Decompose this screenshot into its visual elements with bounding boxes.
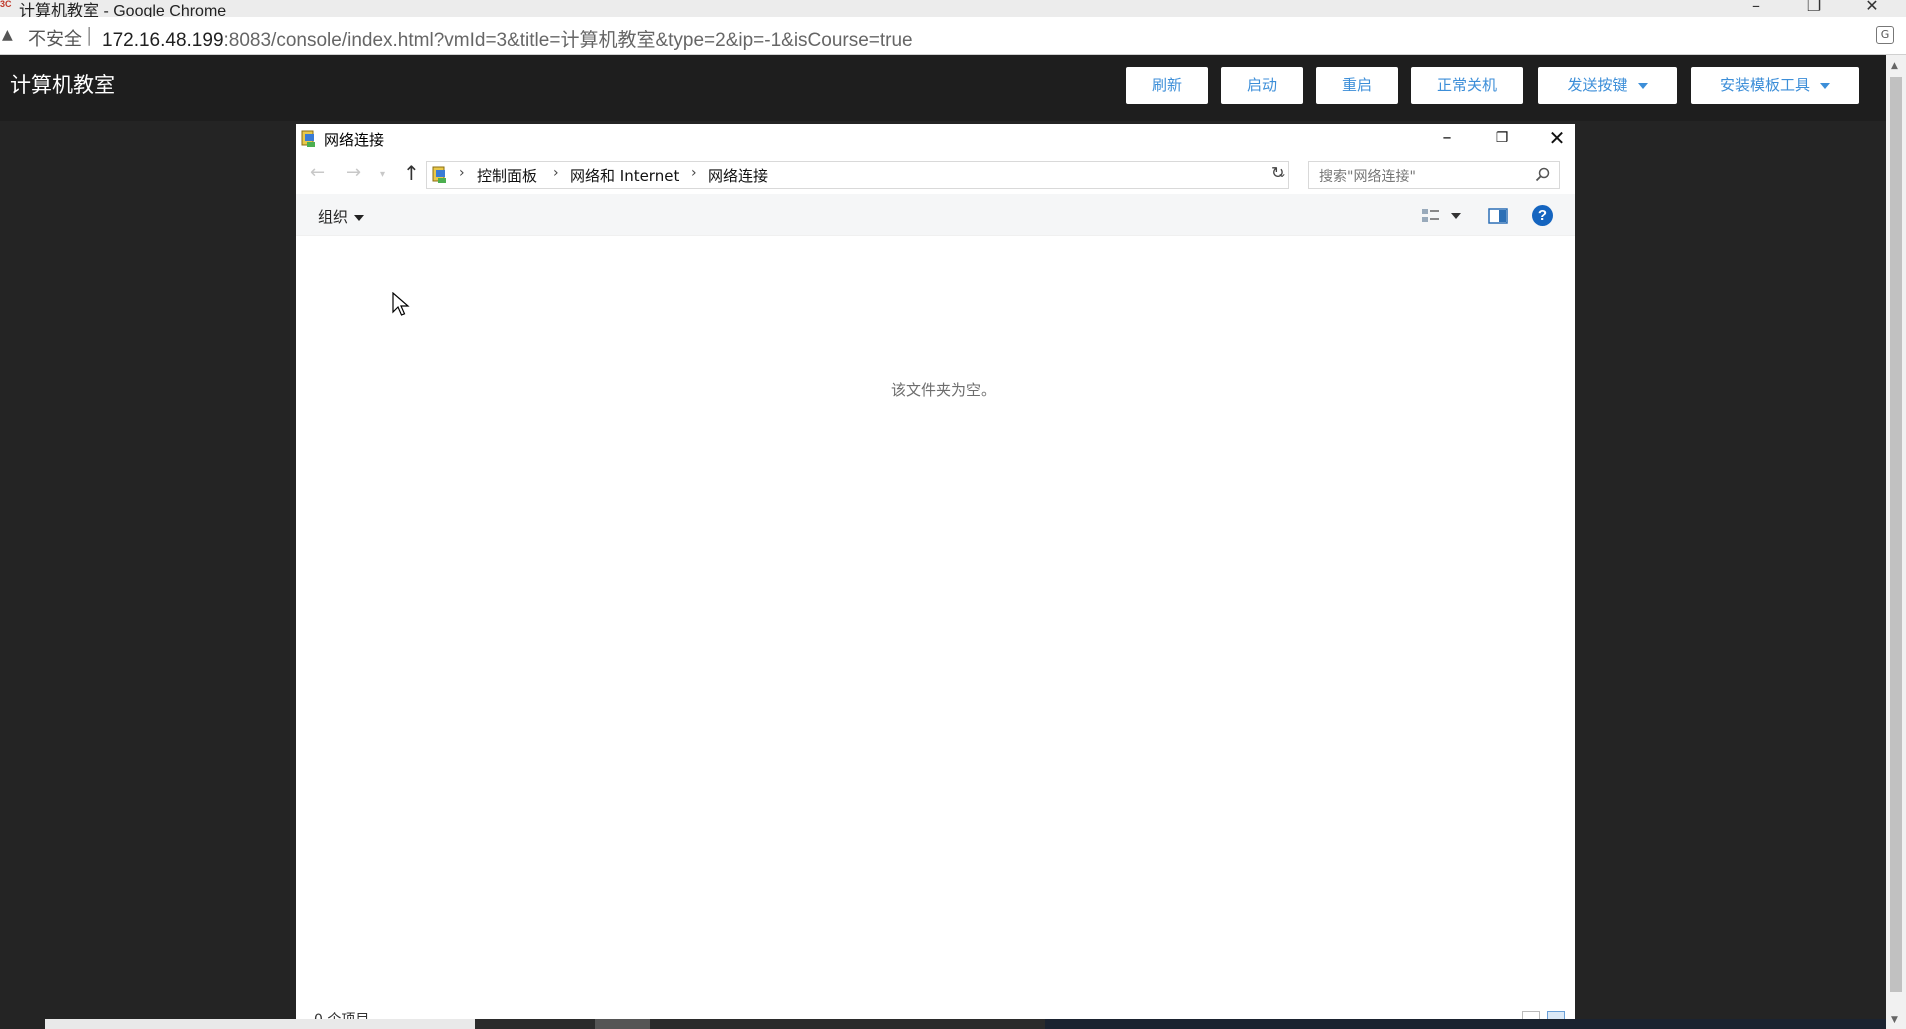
install-tools-label: 安装模板工具: [1719, 76, 1810, 94]
warning-icon[interactable]: ▲: [2, 27, 13, 43]
explorer-close-button[interactable]: ✕: [1534, 124, 1575, 154]
forward-arrow-icon[interactable]: →: [346, 162, 361, 183]
breadcrumb-network-internet[interactable]: 网络和 Internet: [570, 165, 679, 186]
network-connections-icon: [301, 130, 315, 147]
insecure-label[interactable]: 不安全: [28, 25, 82, 51]
organize-label: 组织: [318, 208, 349, 226]
chevron-right-icon[interactable]: ›: [459, 165, 465, 181]
explorer-navbar: ← → ▾ ↑ › 控制面板 › 网络和 Internet › 网络连接 ⌄ ↻…: [296, 157, 1575, 191]
explorer-minimize-button[interactable]: –: [1424, 124, 1470, 154]
chevron-down-icon: [1637, 82, 1648, 89]
command-bar: 组织 ?: [296, 194, 1575, 236]
search-placeholder: 搜索"网络连接": [1319, 169, 1416, 185]
file-list-area[interactable]: 该文件夹为空。: [296, 237, 1575, 1007]
url-field[interactable]: 172.16.48.199:8083/console/index.html?vm…: [102, 25, 913, 52]
breadcrumb-network-connections[interactable]: 网络连接: [708, 165, 768, 186]
page-scrollbar[interactable]: ▲ ▼: [1886, 55, 1906, 1029]
send-keys-label: 发送按键: [1567, 76, 1628, 94]
divider: |: [86, 24, 93, 46]
help-icon[interactable]: ?: [1532, 205, 1553, 226]
taskbar: [45, 1019, 1886, 1029]
view-dropdown-icon[interactable]: [1451, 213, 1461, 219]
chevron-down-icon: [1820, 82, 1830, 89]
chevron-right-icon[interactable]: ›: [553, 165, 559, 181]
console-title: 计算机教室: [10, 73, 115, 97]
translate-icon[interactable]: G: [1876, 26, 1894, 44]
recent-dropdown-icon[interactable]: ▾: [380, 169, 385, 180]
scroll-down-icon[interactable]: ▼: [1891, 1015, 1898, 1025]
view-options-icon[interactable]: [1421, 207, 1441, 225]
minimize-button[interactable]: –: [1736, 0, 1776, 16]
start-button[interactable]: 启动: [1221, 67, 1303, 104]
preview-pane-icon[interactable]: [1488, 208, 1508, 224]
up-arrow-icon[interactable]: ↑: [403, 161, 420, 185]
organize-menu[interactable]: 组织: [318, 206, 365, 227]
scroll-up-icon[interactable]: ▲: [1891, 61, 1898, 71]
taskbar-segment: [1045, 1019, 1886, 1029]
explorer-titlebar[interactable]: 网络连接 – ❐ ✕: [296, 124, 1575, 154]
browser-titlebar: 3C 计算机教室 - Google Chrome – ❐ ✕: [0, 0, 1906, 20]
console-header: 计算机教室 刷新 启动 重启 正常关机 发送按键 安装模板工具: [0, 55, 1886, 121]
back-arrow-icon[interactable]: ←: [310, 162, 325, 183]
maximize-button[interactable]: ❐: [1794, 0, 1834, 16]
empty-folder-message: 该文件夹为空。: [890, 381, 996, 399]
search-icon[interactable]: [1535, 167, 1551, 183]
explorer-restore-button[interactable]: ❐: [1479, 124, 1525, 154]
chevron-down-icon: [354, 214, 365, 221]
control-panel-icon: [432, 166, 446, 183]
install-tools-button[interactable]: 安装模板工具: [1691, 67, 1859, 104]
vm-screen[interactable]: 网络连接 – ❐ ✕ ← → ▾ ↑ › 控制面板 › 网络和 Internet…: [296, 124, 1575, 1020]
url-path: :8083/console/index.html?vmId=3&title=计算…: [223, 30, 913, 51]
address-bar: ▲ 不安全 | 172.16.48.199:8083/console/index…: [0, 17, 1906, 55]
explorer-title: 网络连接: [324, 131, 385, 149]
url-host: 172.16.48.199: [102, 30, 224, 51]
restart-button[interactable]: 重启: [1316, 67, 1398, 104]
search-box[interactable]: 搜索"网络连接": [1308, 161, 1560, 189]
mouse-cursor-icon: [392, 292, 410, 316]
favicon-icon: 3C: [0, 0, 12, 9]
scrollbar-thumb[interactable]: [1890, 77, 1902, 992]
refresh-icon[interactable]: ↻: [1271, 163, 1284, 182]
chevron-right-icon[interactable]: ›: [691, 165, 697, 181]
breadcrumb[interactable]: › 控制面板 › 网络和 Internet › 网络连接 ⌄: [426, 161, 1289, 189]
close-button[interactable]: ✕: [1852, 0, 1892, 16]
refresh-button[interactable]: 刷新: [1126, 67, 1208, 104]
send-keys-button[interactable]: 发送按键: [1538, 67, 1677, 104]
shutdown-button[interactable]: 正常关机: [1411, 67, 1523, 104]
taskbar-segment: [45, 1019, 475, 1029]
breadcrumb-control-panel[interactable]: 控制面板: [477, 165, 537, 186]
taskbar-segment: [595, 1019, 650, 1029]
